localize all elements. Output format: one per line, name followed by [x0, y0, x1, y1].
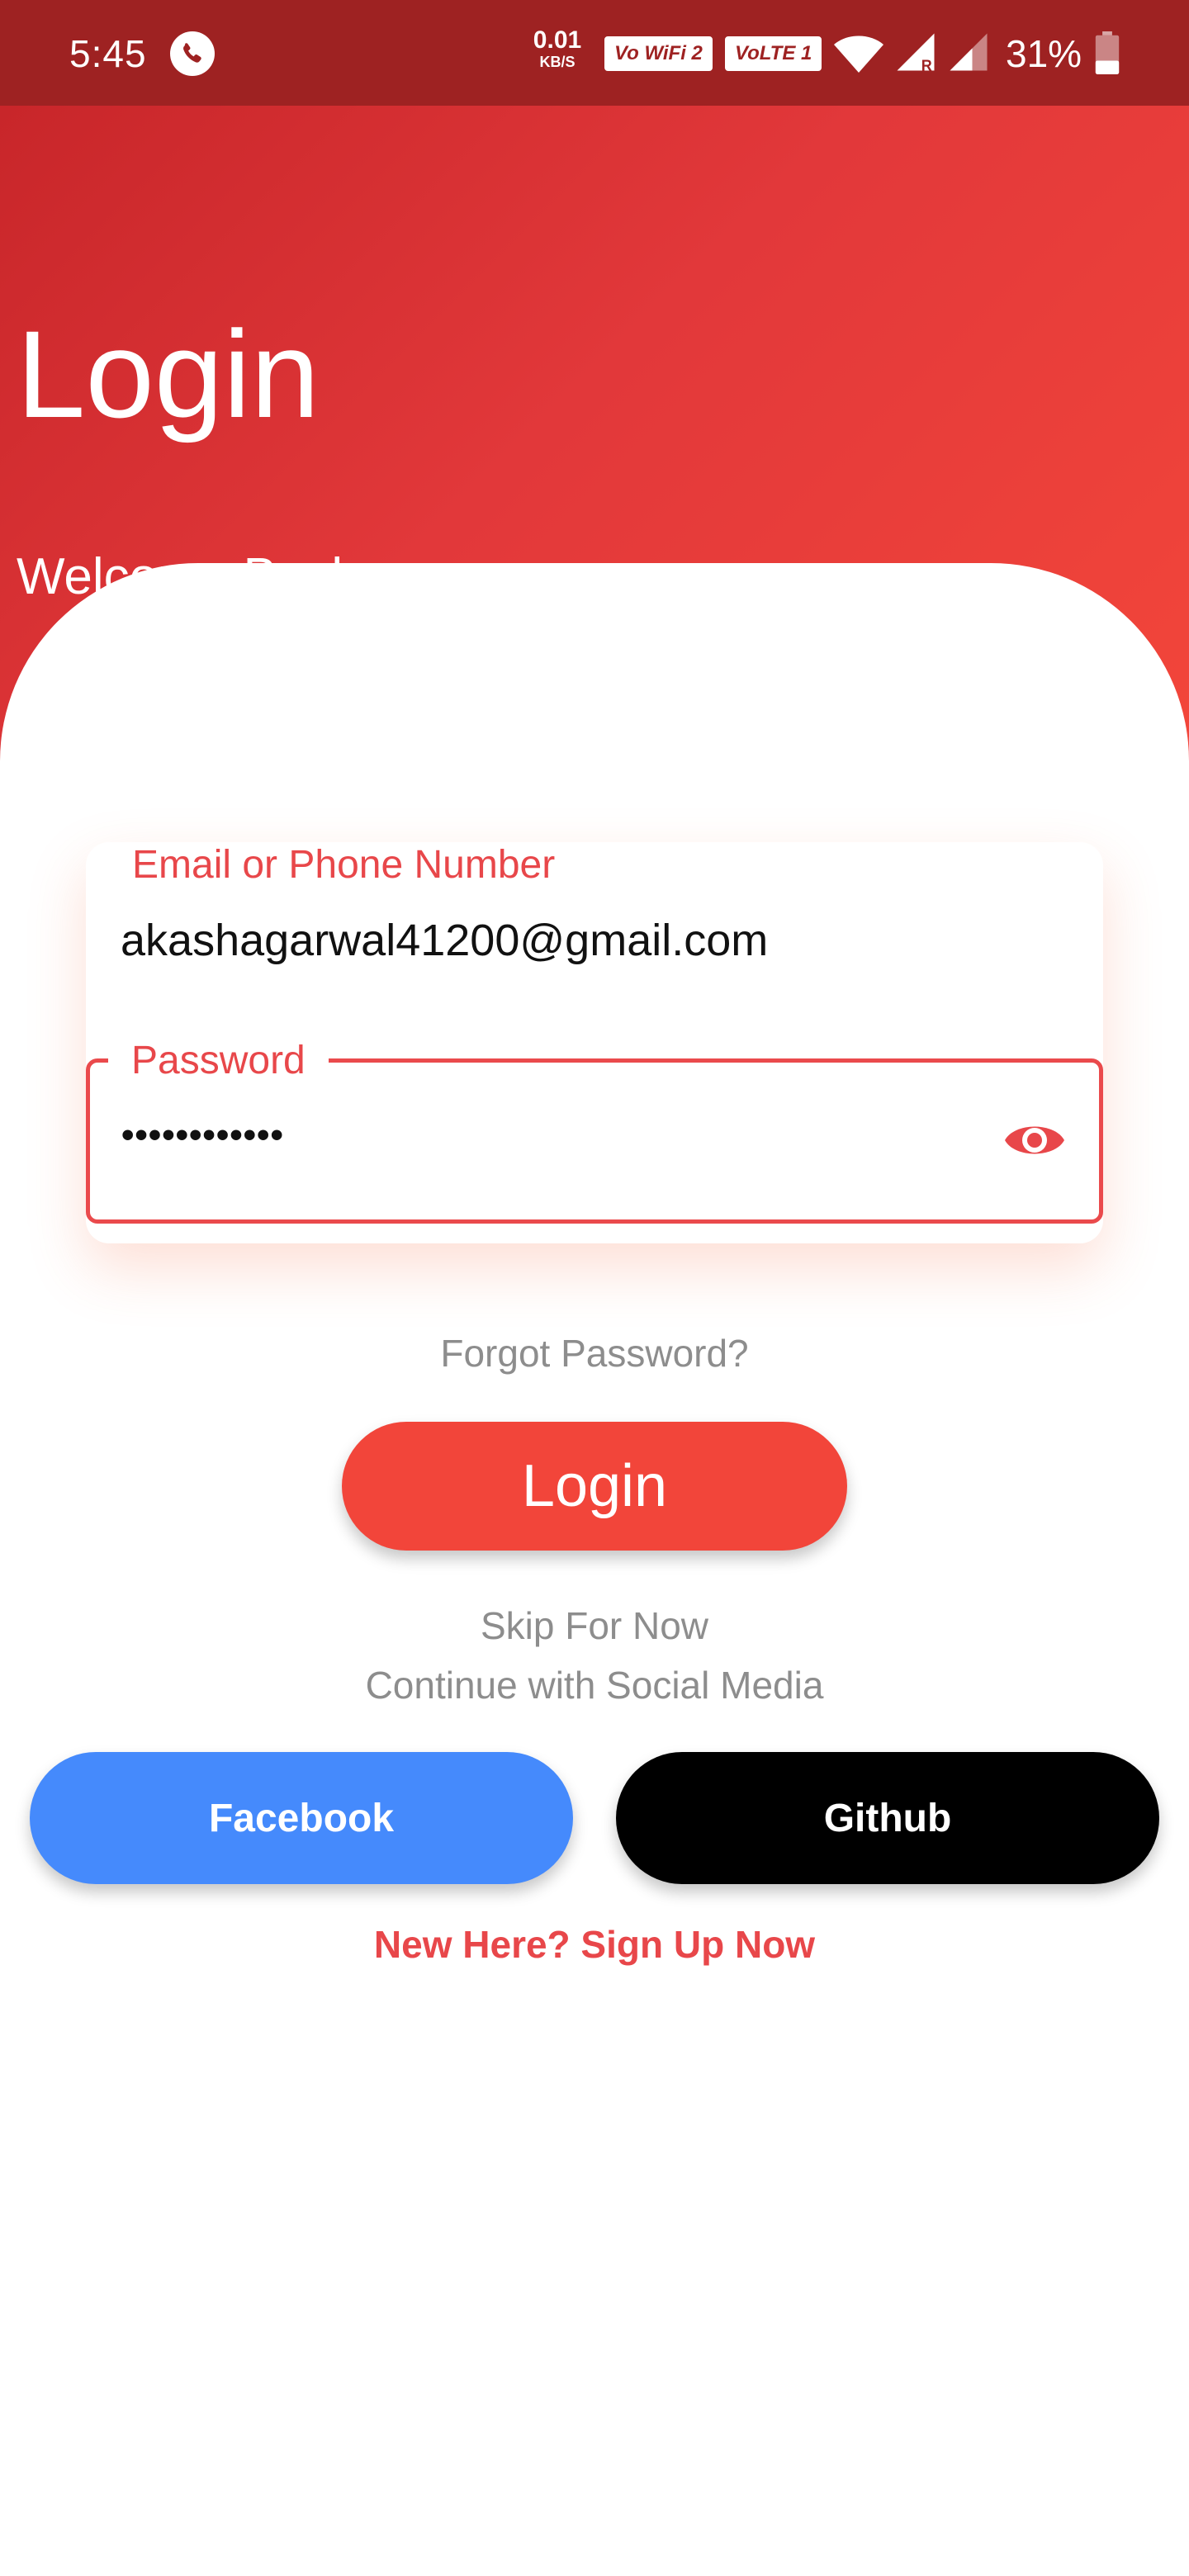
login-form-card: Email or Phone Number akashagarwal41200@…: [86, 842, 1103, 1243]
email-field-value[interactable]: akashagarwal41200@gmail.com: [121, 918, 768, 963]
eye-icon[interactable]: [1002, 1115, 1068, 1165]
password-field-label: Password: [108, 1030, 329, 1093]
network-speed-unit: KB/S: [539, 54, 576, 70]
volte-badge: VoLTE 1: [725, 36, 822, 71]
battery-percent: 31%: [1006, 32, 1082, 75]
social-media-caption: Continue with Social Media: [365, 1664, 824, 1707]
wifi-icon: [834, 36, 883, 73]
page-title: Login: [17, 305, 320, 443]
email-field-label: Email or Phone Number: [132, 843, 556, 887]
signup-link[interactable]: New Here? Sign Up Now: [0, 1922, 1189, 1967]
skip-link[interactable]: Skip For Now: [0, 1603, 1189, 1648]
password-field-value[interactable]: ••••••••••••: [121, 1117, 284, 1153]
network-speed: 0.01 KB/S: [528, 26, 586, 70]
svg-text:R: R: [921, 58, 932, 74]
password-field[interactable]: Password ••••••••••••: [86, 1030, 1103, 1224]
wifi-calling-badge: Vo WiFi 2: [604, 36, 713, 71]
facebook-button[interactable]: Facebook: [30, 1752, 573, 1884]
signal-roaming-icon: R: [897, 33, 935, 74]
github-button[interactable]: Github: [616, 1752, 1159, 1884]
status-time: 5:45: [69, 32, 147, 75]
status-bar: 5:45 0.01 KB/S Vo WiFi 2 VoLTE 1 R 31%: [0, 0, 1189, 106]
forgot-password-link[interactable]: Forgot Password?: [0, 1331, 1189, 1376]
login-button[interactable]: Login: [342, 1422, 847, 1551]
network-speed-value: 0.01: [533, 26, 582, 54]
phone-call-icon: [170, 31, 215, 76]
battery-icon: [1095, 31, 1120, 74]
signal-icon: [950, 33, 988, 71]
